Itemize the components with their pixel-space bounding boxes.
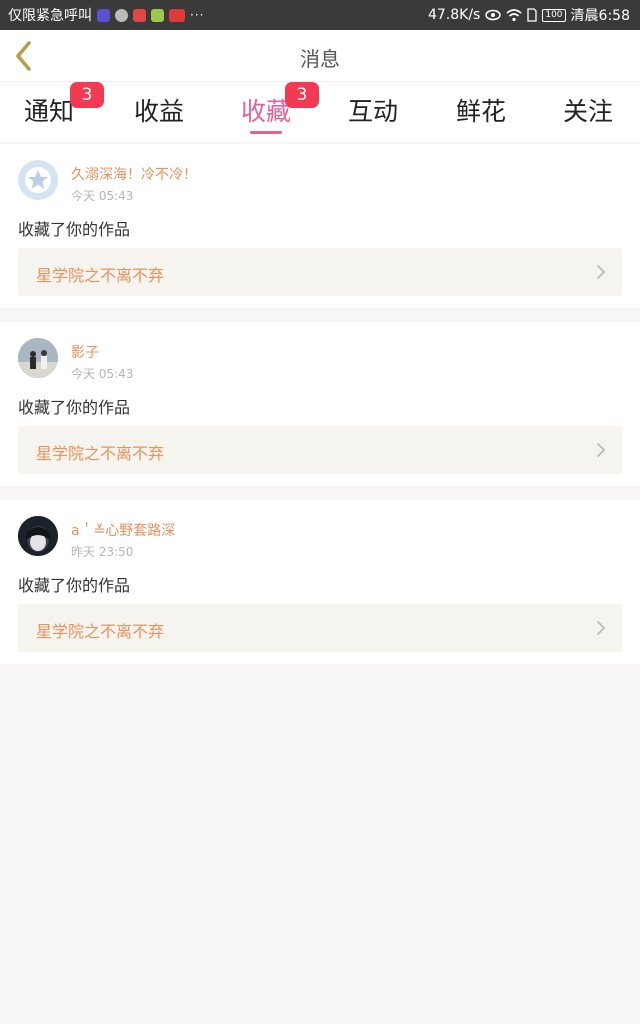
tab-follows[interactable]: 关注 (533, 92, 640, 138)
username[interactable]: 久溺深海！冷不冷！ (71, 164, 197, 184)
tab-favorites[interactable]: 收藏 3 (211, 82, 321, 138)
unread-badge: 3 (70, 82, 104, 108)
avatar[interactable] (18, 338, 58, 378)
timestamp: 今天 05:43 (71, 367, 134, 381)
page-title: 消息 (300, 47, 340, 71)
active-tab-indicator (250, 131, 282, 134)
username[interactable]: 影子 (71, 342, 99, 362)
status-right: 47.8K/s 100 清晨6:58 (428, 5, 630, 25)
clock: 清晨6:58 (570, 8, 630, 24)
list-item: a＇≚心野套路深 昨天 23:50 收藏了你的作品 星学院之不离不弃 (0, 500, 640, 664)
battery-icon: 100 (542, 8, 566, 22)
chevron-right-icon (597, 265, 606, 279)
app-notification-icon (133, 8, 146, 22)
tab-interactions[interactable]: 互动 (318, 92, 428, 138)
tab-notifications[interactable]: 通知 3 (0, 82, 104, 138)
work-title: 星学院之不离不弃 (36, 266, 165, 285)
work-link[interactable]: 星学院之不离不弃 (18, 604, 622, 652)
action-text: 收藏了你的作品 (18, 398, 131, 417)
network-speed: 47.8K/s (427, 7, 481, 23)
unread-badge: 3 (285, 82, 319, 108)
action-text: 收藏了你的作品 (18, 220, 131, 239)
tab-bar: 通知 3 收益 收藏 3 互动 鲜花 关注 (0, 82, 640, 142)
avatar[interactable] (18, 160, 58, 200)
tab-earnings[interactable]: 收益 (104, 92, 214, 138)
news-app-icon (169, 8, 185, 22)
sim-card-icon (527, 8, 538, 22)
user-photo-icon (18, 338, 58, 378)
nav-bar: 消息 (0, 30, 640, 82)
work-link[interactable]: 星学院之不离不弃 (18, 248, 622, 296)
status-bar: 仅限紧急呼叫 ··· 47.8K/s 100 清晨6:58 (0, 0, 640, 30)
eye-icon (485, 9, 502, 21)
username[interactable]: a＇≚心野套路深 (71, 520, 175, 540)
timestamp: 今天 05:43 (71, 189, 134, 203)
chat-bubble-icon (115, 8, 128, 22)
status-left: 仅限紧急呼叫 ··· (8, 5, 204, 25)
avatar[interactable] (18, 516, 58, 556)
notification-app-icon (97, 8, 110, 22)
wechat-icon (151, 8, 164, 22)
list-item: 影子 今天 05:43 收藏了你的作品 星学院之不离不弃 (0, 322, 640, 486)
default-avatar-icon (25, 167, 51, 193)
work-title: 星学院之不离不弃 (36, 444, 165, 463)
tab-label: 关注 (562, 97, 613, 126)
more-notifications-icon: ··· (190, 8, 205, 22)
tab-flowers[interactable]: 鲜花 (426, 92, 536, 138)
tab-label: 互动 (347, 97, 398, 126)
tab-label: 收藏 (240, 97, 291, 126)
chevron-right-icon (597, 621, 606, 635)
action-text: 收藏了你的作品 (18, 576, 131, 595)
chevron-right-icon (597, 443, 606, 457)
work-title: 星学院之不离不弃 (36, 622, 165, 641)
tab-label: 收益 (133, 97, 184, 126)
list-item: 久溺深海！冷不冷！ 今天 05:43 收藏了你的作品 星学院之不离不弃 (0, 144, 640, 308)
carrier-text: 仅限紧急呼叫 (8, 8, 92, 24)
timestamp: 昨天 23:50 (71, 545, 134, 559)
work-link[interactable]: 星学院之不离不弃 (18, 426, 622, 474)
tab-label: 通知 (23, 97, 74, 126)
tab-label: 鲜花 (455, 97, 506, 126)
wifi-icon (506, 8, 522, 21)
user-photo-icon (18, 516, 58, 556)
